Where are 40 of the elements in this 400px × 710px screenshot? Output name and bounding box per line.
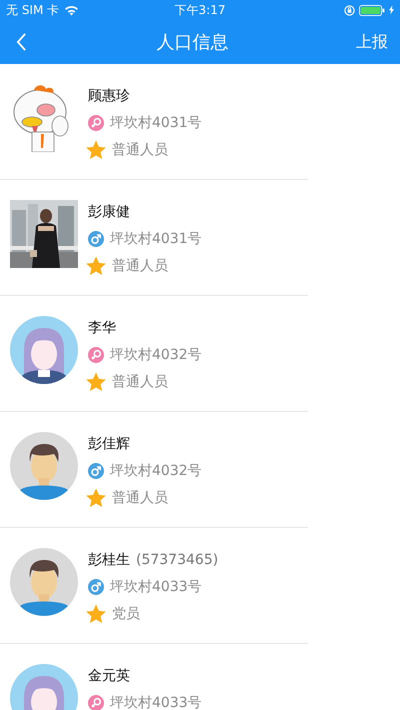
person-name: 彭桂生 (88, 550, 130, 568)
person-name: 金元英 (88, 666, 130, 684)
back-icon (16, 33, 27, 51)
page-title: 人口信息 (156, 31, 228, 54)
star-icon (86, 488, 106, 508)
person-name: 彭佳辉 (88, 434, 130, 452)
person-name: 彭康健 (88, 202, 130, 220)
star-icon (86, 604, 106, 624)
category-text: 普通人员 (112, 488, 168, 506)
person-list-item[interactable]: 李华 坪坎村4032号 普通人员 (0, 296, 308, 412)
star-icon (86, 256, 106, 276)
carrier-label: 无 SIM 卡 (6, 2, 60, 18)
category-text: 普通人员 (112, 140, 168, 158)
wifi-icon (64, 4, 80, 16)
phone-number: (57373465) (136, 552, 218, 568)
address-text: 坪坎村4031号 (110, 114, 202, 132)
star-icon (86, 140, 106, 160)
person-name: 顾惠珍 (88, 86, 130, 104)
person-list-item[interactable]: 彭佳辉 坪坎村4032号 普通人员 (0, 412, 308, 528)
category-text: 普通人员 (112, 256, 168, 274)
battery-icon (358, 4, 385, 16)
person-list-item[interactable]: 彭桂生 (57373465) 坪坎村4033号 党员 (0, 528, 308, 644)
rotation-lock-icon (344, 4, 355, 16)
address-text: 坪坎村4033号 (110, 578, 202, 596)
address-text: 坪坎村4032号 (110, 462, 202, 480)
address-text: 坪坎村4033号 (110, 694, 202, 710)
person-avatar-icon (10, 548, 78, 616)
clock-time: 下午3:17 (174, 2, 226, 18)
category-text: 党员 (112, 604, 140, 622)
category-text: 普通人员 (112, 372, 168, 390)
address-text: 坪坎村4032号 (110, 346, 202, 364)
person-avatar-icon (10, 432, 78, 500)
person-list-item[interactable]: 顾惠珍 坪坎村4031号 普通人员 (0, 64, 308, 180)
address-text: 坪坎村4031号 (110, 230, 202, 248)
charging-icon (388, 5, 394, 15)
person-list-item[interactable]: 彭康健 坪坎村4031号 普通人员 (0, 180, 308, 296)
person-avatar-icon (10, 316, 78, 384)
person-name: 李华 (88, 318, 116, 336)
star-icon (86, 372, 106, 392)
person-list-item[interactable]: 金元英 坪坎村4033号 (0, 644, 308, 710)
